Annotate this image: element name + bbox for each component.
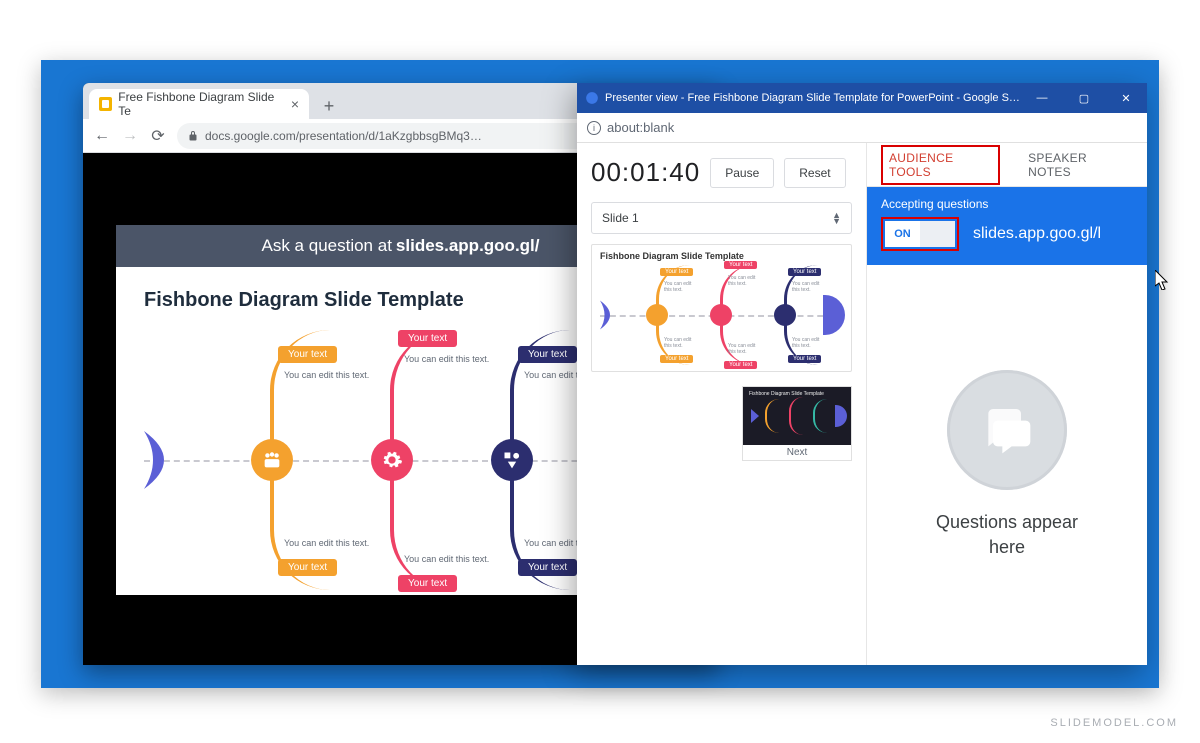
close-window-button[interactable]: ✕ bbox=[1105, 83, 1147, 113]
accepting-questions-bar: Accepting questions ON slides.app.goo.gl… bbox=[867, 187, 1147, 265]
chevron-updown-icon: ▲▼ bbox=[832, 212, 841, 224]
slide-selector[interactable]: Slide 1 ▲▼ bbox=[591, 202, 852, 234]
presenter-address-bar: i about:blank bbox=[577, 113, 1147, 143]
app-icon bbox=[585, 91, 599, 105]
slides-favicon-icon bbox=[99, 97, 112, 111]
lock-icon bbox=[187, 130, 199, 142]
next-slide-thumbnail[interactable]: Fishbone Diagram Slide Template Next bbox=[742, 386, 852, 461]
current-slide-thumbnail[interactable]: Fishbone Diagram Slide Template Your tex… bbox=[591, 244, 852, 372]
thumb-title: Fishbone Diagram Slide Template bbox=[600, 251, 843, 261]
next-thumb-image: Fishbone Diagram Slide Template bbox=[743, 387, 851, 445]
qa-short-link[interactable]: slides.app.goo.gl/l bbox=[973, 225, 1101, 243]
watermark: SLIDEMODEL.COM bbox=[1050, 717, 1178, 729]
close-tab-icon[interactable]: × bbox=[291, 96, 299, 112]
info-icon[interactable]: i bbox=[587, 121, 601, 135]
tab-title: Free Fishbone Diagram Slide Te bbox=[118, 90, 281, 118]
timer-display: 00:01:40 bbox=[591, 157, 700, 188]
tab-speaker-notes[interactable]: SPEAKER NOTES bbox=[1022, 147, 1133, 183]
presenter-left-pane: 00:01:40 Pause Reset Slide 1 ▲▼ Fishbone… bbox=[577, 143, 867, 665]
chat-placeholder-icon bbox=[947, 370, 1067, 490]
empty-state-text: Questions appearhere bbox=[936, 510, 1078, 560]
presenter-right-pane: AUDIENCE TOOLS SPEAKER NOTES Accepting q… bbox=[867, 143, 1147, 665]
next-label: Next bbox=[743, 445, 851, 460]
qa-banner-link: slides.app.goo.gl/ bbox=[396, 236, 540, 256]
fish-head-icon bbox=[144, 431, 184, 489]
fishbone-branch-2: Your text You can edit this text. You ca… bbox=[344, 330, 464, 590]
people-icon bbox=[251, 439, 293, 481]
pill-label: Your text bbox=[518, 559, 577, 576]
questions-empty-state: Questions appearhere bbox=[867, 265, 1147, 665]
presenter-view-window: Presenter view - Free Fishbone Diagram S… bbox=[577, 83, 1147, 665]
fishbone-branch-1: Your text You can edit this text. You ca… bbox=[224, 330, 344, 590]
pause-button[interactable]: Pause bbox=[710, 158, 774, 188]
pill-label: Your text bbox=[278, 559, 337, 576]
slide-selector-label: Slide 1 bbox=[602, 211, 639, 225]
mouse-cursor-icon bbox=[1155, 270, 1171, 290]
fishbone-branch-3: Your text You can edit this text. You ca… bbox=[464, 330, 584, 590]
toggle-off-side bbox=[920, 221, 955, 247]
reset-button[interactable]: Reset bbox=[784, 158, 845, 188]
pill-label: Your text bbox=[278, 346, 337, 363]
url-text: docs.google.com/presentation/d/1aKzgbbsg… bbox=[205, 129, 482, 143]
toggle-on-label: ON bbox=[885, 221, 920, 247]
window-title: Presenter view - Free Fishbone Diagram S… bbox=[605, 92, 1020, 104]
pill-label: Your text bbox=[398, 330, 457, 347]
reload-button[interactable]: ⟳ bbox=[149, 127, 167, 145]
maximize-button[interactable]: ▢ bbox=[1063, 83, 1105, 113]
back-button[interactable]: ← bbox=[93, 127, 111, 145]
accepting-label: Accepting questions bbox=[881, 197, 1133, 211]
pill-label: Your text bbox=[518, 346, 577, 363]
presenter-url: about:blank bbox=[607, 120, 674, 135]
mini-fishbone: Your text You can edit this text. You ca… bbox=[600, 265, 843, 365]
fish-head-icon bbox=[600, 300, 620, 330]
qa-banner-prefix: Ask a question at bbox=[262, 236, 392, 256]
pill-label: Your text bbox=[398, 575, 457, 592]
shapes-icon bbox=[491, 439, 533, 481]
forward-button[interactable]: → bbox=[121, 127, 139, 145]
new-tab-button[interactable]: + bbox=[317, 95, 341, 119]
minimize-button[interactable]: — bbox=[1021, 83, 1063, 113]
desktop-background: Free Fishbone Diagram Slide Te × + ← → ⟳… bbox=[41, 60, 1159, 688]
gear-icon bbox=[371, 439, 413, 481]
fish-tail-icon bbox=[823, 295, 845, 335]
highlight-annotation: ON bbox=[881, 217, 959, 251]
browser-tab[interactable]: Free Fishbone Diagram Slide Te × bbox=[89, 89, 309, 119]
window-titlebar: Presenter view - Free Fishbone Diagram S… bbox=[577, 83, 1147, 113]
accepting-toggle[interactable]: ON bbox=[885, 221, 955, 247]
tab-audience-tools[interactable]: AUDIENCE TOOLS bbox=[881, 145, 1000, 185]
presenter-tabs: AUDIENCE TOOLS SPEAKER NOTES bbox=[867, 143, 1147, 187]
